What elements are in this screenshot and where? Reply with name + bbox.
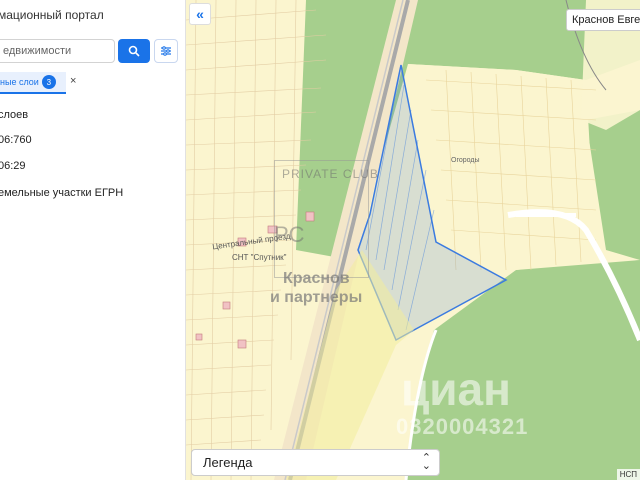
search-button[interactable] — [118, 39, 150, 63]
watermark-cian-id: 0320004321 — [396, 414, 529, 439]
portal-title: мационный портал — [0, 8, 104, 22]
collapse-sidebar-button[interactable]: « — [189, 3, 211, 25]
layers-count-badge: 3 — [41, 75, 56, 89]
user-menu-button[interactable]: Краснов Евгени — [566, 9, 640, 31]
layers-chip-close-icon[interactable]: × — [70, 75, 76, 87]
layers-heading: слоев — [0, 109, 29, 121]
layers-chip[interactable]: ные слои 3 — [0, 72, 66, 94]
watermark-line2: и партнеры — [270, 289, 363, 306]
map-label-street: Огороды — [451, 157, 480, 164]
layers-chip-label: ные слои — [0, 77, 39, 87]
search-icon — [128, 45, 140, 57]
legend-label: Легенда — [203, 455, 253, 470]
map-attribution: НСП — [616, 469, 640, 480]
cadastral-item-2[interactable]: 06:29 — [0, 160, 26, 172]
watermark-club: PRIVATE CLUB — [282, 167, 379, 181]
watermark-cian: циан — [401, 363, 511, 415]
filter-button[interactable] — [154, 39, 178, 63]
watermark-monogram: PC — [274, 222, 305, 247]
map-canvas[interactable]: Центральный проезд СНТ "Спутник" Огороды… — [186, 0, 640, 480]
layer-item-land-plots[interactable]: емельные участки ЕГРН — [0, 187, 123, 199]
double-chevron-left-icon: « — [196, 6, 204, 22]
chevron-up-down-icon: ⌃ ⌄ — [421, 452, 431, 472]
sidebar: мационный портал едвижимости ные слои 3 … — [0, 0, 186, 480]
filter-icon — [161, 46, 171, 56]
legend-dropdown[interactable]: Легенда ⌃ ⌄ — [191, 449, 440, 476]
search-input[interactable]: едвижимости — [0, 39, 115, 63]
cadastral-item-1[interactable]: 06:760 — [0, 134, 32, 146]
watermark-line1: Краснов — [283, 270, 350, 287]
